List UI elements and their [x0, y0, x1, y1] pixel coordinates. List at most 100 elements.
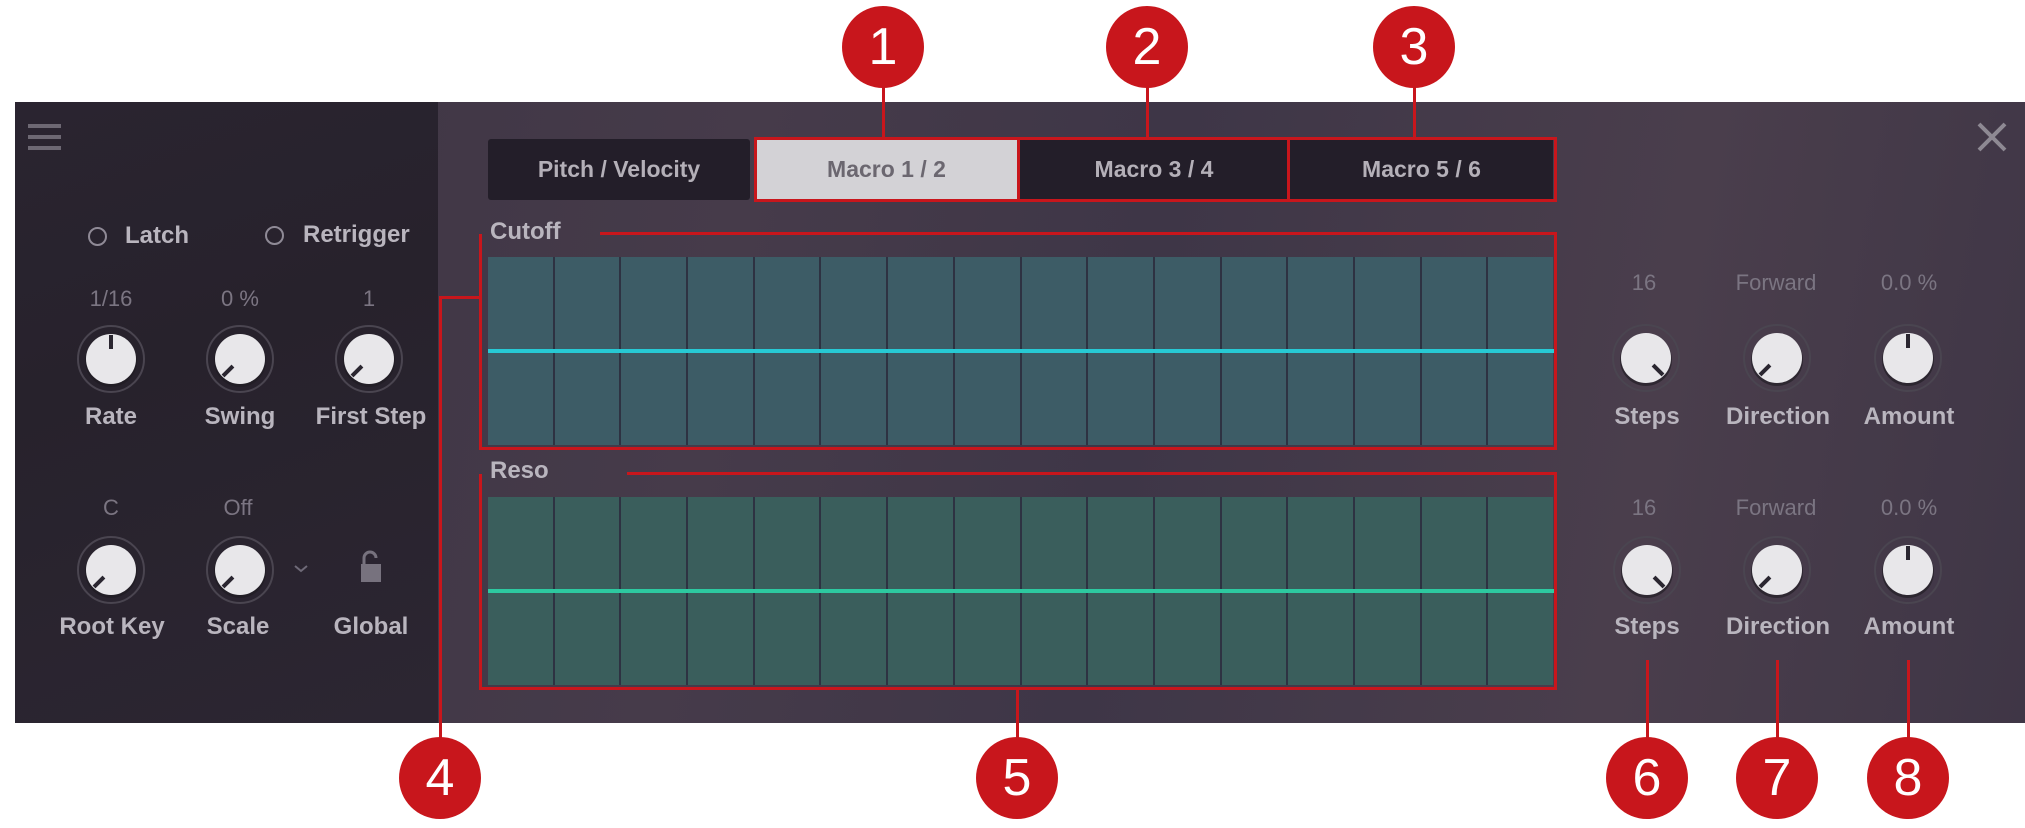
callout-7: 7	[1736, 737, 1818, 819]
step-cell[interactable]	[1354, 257, 1422, 445]
first-step-label: First Step	[315, 403, 427, 430]
reso-steps-knob[interactable]	[1612, 535, 1682, 605]
scale-knob[interactable]	[205, 535, 275, 605]
cutoff-direction-value: Forward	[1735, 270, 1817, 295]
chevron-down-icon[interactable]	[293, 561, 309, 573]
step-value-line	[1021, 589, 1089, 593]
step-value-line	[1488, 589, 1555, 593]
callout-3: 3	[1373, 6, 1455, 88]
step-cell[interactable]	[1221, 497, 1289, 685]
step-cell[interactable]	[1354, 497, 1422, 685]
step-value-line	[1221, 349, 1289, 353]
step-value-line	[488, 349, 555, 353]
cutoff-amount-knob[interactable]	[1873, 323, 1943, 393]
step-cell[interactable]	[954, 497, 1022, 685]
step-cell[interactable]	[888, 497, 955, 685]
step-value-line	[1154, 589, 1222, 593]
step-cell[interactable]	[821, 497, 889, 685]
step-cell[interactable]	[821, 257, 889, 445]
step-cell[interactable]	[754, 497, 822, 685]
callout-6: 6	[1606, 737, 1688, 819]
step-cell[interactable]	[1288, 257, 1355, 445]
step-value-line	[888, 589, 955, 593]
step-value-line	[1221, 589, 1289, 593]
annotation-line-cutoff-left	[479, 234, 482, 450]
callout-1-leader	[882, 86, 885, 138]
callout-3-leader	[1413, 86, 1416, 138]
reso-direction-knob[interactable]	[1742, 535, 1812, 605]
first-step-knob[interactable]	[334, 324, 404, 394]
retrigger-radio[interactable]	[265, 226, 284, 245]
step-cell[interactable]	[1154, 497, 1222, 685]
step-value-line	[1488, 349, 1555, 353]
step-cell[interactable]	[488, 497, 555, 685]
step-cell[interactable]	[1488, 497, 1555, 685]
step-cell[interactable]	[754, 257, 822, 445]
reso-amount-label: Amount	[1863, 613, 1955, 640]
reso-amount-knob[interactable]	[1873, 535, 1943, 605]
step-cell[interactable]	[621, 257, 689, 445]
tab-pitch-velocity[interactable]: Pitch / Velocity	[488, 139, 750, 200]
unlock-icon[interactable]	[358, 550, 384, 584]
step-cell[interactable]	[1421, 497, 1489, 685]
rate-value: 1/16	[89, 286, 133, 311]
step-cell[interactable]	[1154, 257, 1222, 445]
step-value-line	[1354, 589, 1422, 593]
annotation-line-reso-right	[1554, 472, 1557, 690]
cutoff-direction-knob[interactable]	[1742, 323, 1812, 393]
step-cell[interactable]	[621, 497, 689, 685]
step-cell[interactable]	[1421, 257, 1489, 445]
latch-radio[interactable]	[88, 227, 107, 246]
step-cell[interactable]	[1021, 497, 1089, 685]
step-cell[interactable]	[554, 257, 622, 445]
step-value-line	[954, 589, 1022, 593]
step-value-line	[1421, 589, 1489, 593]
step-cell[interactable]	[888, 257, 955, 445]
swing-knob[interactable]	[205, 324, 275, 394]
step-value-line	[554, 589, 622, 593]
step-value-line	[688, 349, 755, 353]
lane-cutoff-grid[interactable]	[488, 257, 1555, 445]
latch-label: Latch	[125, 222, 190, 249]
step-value-line	[621, 349, 689, 353]
scale-value: Off	[223, 495, 253, 520]
callout-5: 5	[976, 737, 1058, 819]
callout-4-leader-h	[440, 296, 480, 299]
step-cell[interactable]	[1488, 257, 1555, 445]
step-value-line	[1288, 589, 1355, 593]
step-cell[interactable]	[554, 497, 622, 685]
step-cell[interactable]	[688, 497, 755, 685]
annotation-box-3	[1287, 137, 1557, 202]
step-cell[interactable]	[1088, 257, 1155, 445]
step-cell[interactable]	[1221, 257, 1289, 445]
step-cell[interactable]	[1021, 257, 1089, 445]
step-cell[interactable]	[1288, 497, 1355, 685]
step-cell[interactable]	[954, 257, 1022, 445]
cutoff-steps-knob[interactable]	[1611, 323, 1681, 393]
annotation-line-cutoff-bottom	[479, 447, 1557, 450]
callout-2: 2	[1106, 6, 1188, 88]
step-cell[interactable]	[688, 257, 755, 445]
callout-6-leader	[1646, 660, 1649, 740]
step-cell[interactable]	[1088, 497, 1155, 685]
step-value-line	[1288, 349, 1355, 353]
hamburger-icon[interactable]	[28, 122, 61, 150]
step-cell[interactable]	[488, 257, 555, 445]
rate-knob[interactable]	[76, 324, 146, 394]
step-value-line	[621, 589, 689, 593]
reso-direction-value: Forward	[1735, 495, 1817, 520]
callout-8-leader	[1907, 660, 1910, 740]
lane-reso-grid[interactable]	[488, 497, 1555, 685]
step-value-line	[1354, 349, 1422, 353]
scale-label: Scale	[206, 613, 270, 640]
callout-8: 8	[1867, 737, 1949, 819]
callout-4: 4	[399, 737, 481, 819]
step-value-line	[1154, 349, 1222, 353]
callout-1: 1	[842, 6, 924, 88]
close-icon[interactable]	[1976, 121, 2008, 153]
step-value-line	[1021, 349, 1089, 353]
rate-label: Rate	[84, 403, 138, 430]
step-value-line	[1088, 589, 1155, 593]
callout-4-leader-v	[439, 296, 442, 738]
root-key-knob[interactable]	[76, 535, 146, 605]
